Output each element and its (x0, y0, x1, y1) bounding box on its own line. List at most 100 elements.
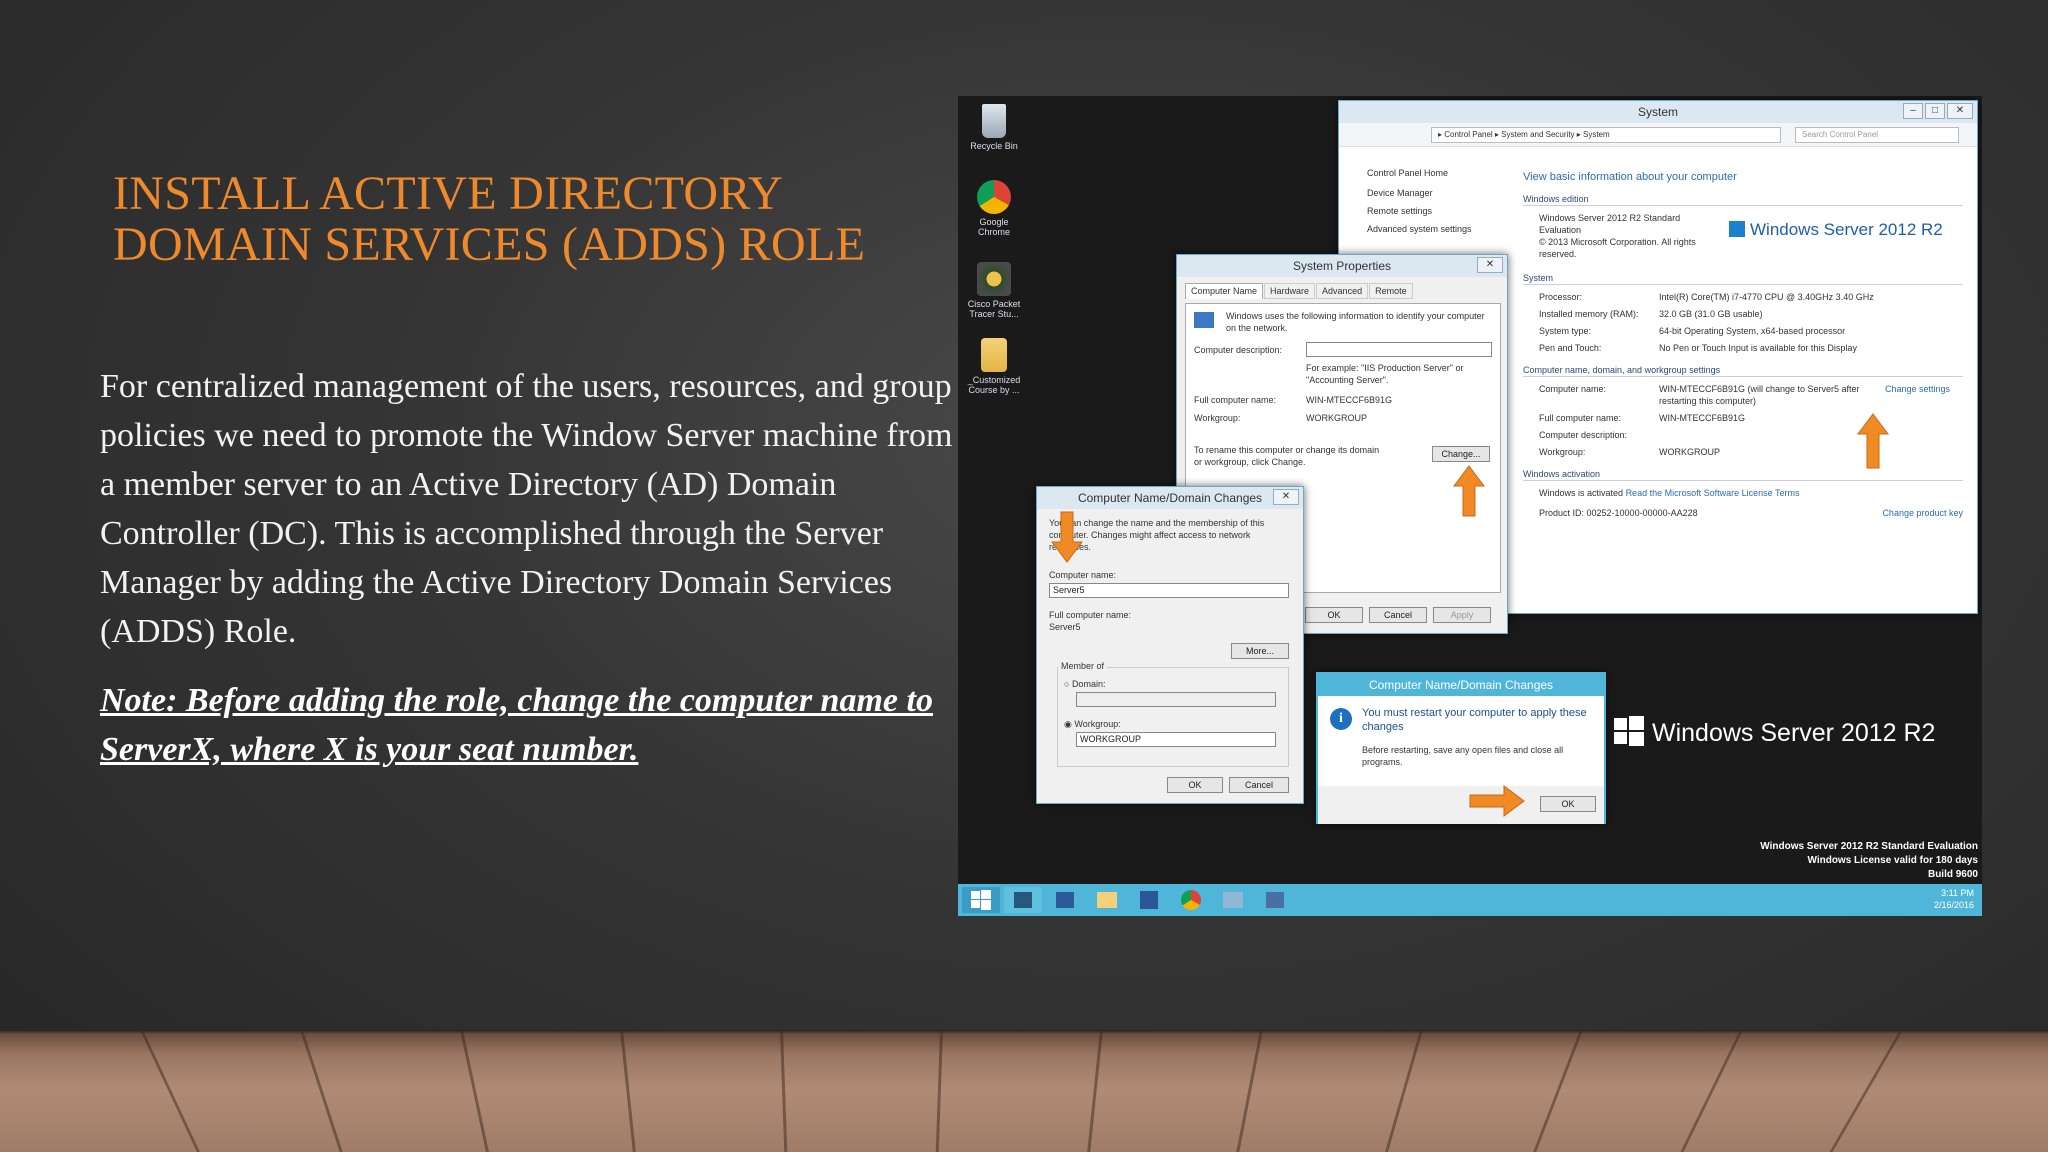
restart-title: Computer Name/Domain Changes (1368, 678, 1554, 692)
system-row-value: 64-bit Operating System, x64-based proce… (1659, 326, 1846, 336)
desktop-icon-folder[interactable]: _Customized Course by ... (964, 338, 1024, 395)
description-input[interactable] (1306, 342, 1492, 357)
slide-title-line2: Domain Services (ADDS) Role (113, 218, 866, 271)
name-row-value: WORKGROUP (1659, 447, 1721, 457)
close-button[interactable]: ✕ (1477, 257, 1503, 273)
network-icon[interactable] (1214, 887, 1252, 913)
name-row-value: WIN-MTECCF6B91G (will change to Server5 … (1659, 384, 1860, 406)
computer-icon (1194, 312, 1214, 328)
workgroup-input[interactable]: WORKGROUP (1076, 732, 1276, 747)
sysprops-titlebar[interactable]: System Properties ✕ (1177, 255, 1507, 277)
slide-note: Note: Before adding the role, change the… (100, 682, 933, 768)
system-heading: View basic information about your comput… (1523, 171, 1737, 183)
clock-date: 2/16/2016 (1933, 900, 1974, 910)
side-link-advanced[interactable]: Advanced system settings (1367, 223, 1517, 235)
name-row-label: Computer name: (1539, 384, 1607, 394)
system-row-label: Installed memory (RAM): (1539, 309, 1639, 319)
more-button[interactable]: More... (1231, 643, 1289, 659)
activation-status: Windows is activated (1539, 488, 1624, 498)
workgroup-radio[interactable]: ◉ Workgroup: (1064, 718, 1121, 730)
desktop-icon-label: Recycle Bin (970, 141, 1018, 151)
side-link-remote[interactable]: Remote settings (1367, 205, 1517, 217)
breadcrumb[interactable]: ▸ Control Panel ▸ System and Security ▸ … (1431, 127, 1781, 143)
system-row-value: Intel(R) Core(TM) i7-4770 CPU @ 3.40GHz … (1659, 292, 1874, 302)
domain-radio[interactable]: ○ Domain: (1064, 678, 1105, 690)
system-row-label: Processor: (1539, 292, 1583, 302)
chrome-icon (977, 180, 1011, 214)
name-change-title: Computer Name/Domain Changes (1077, 491, 1263, 505)
desc-example: For example: "IIS Production Server" or … (1306, 363, 1464, 385)
cancel-button[interactable]: Cancel (1369, 607, 1427, 623)
system-row-label: Pen and Touch: (1539, 343, 1602, 353)
close-button[interactable]: ✕ (1947, 103, 1973, 119)
maximize-button[interactable]: □ (1925, 103, 1945, 119)
copyright: © 2013 Microsoft Corporation. All rights… (1539, 237, 1696, 259)
sysprops-intro: Windows uses the following information t… (1226, 311, 1485, 333)
edition-header: Windows edition (1523, 193, 1963, 206)
side-link-device-manager[interactable]: Device Manager (1367, 187, 1517, 199)
restart-titlebar[interactable]: Computer Name/Domain Changes (1318, 674, 1604, 696)
ok-button[interactable]: OK (1167, 777, 1223, 793)
tab-remote[interactable]: Remote (1369, 283, 1413, 299)
name-change-titlebar[interactable]: Computer Name/Domain Changes ✕ (1037, 487, 1303, 509)
restart-message: You must restart your computer to apply … (1362, 707, 1587, 733)
tab-advanced[interactable]: Advanced (1316, 283, 1369, 299)
side-link-home[interactable]: Control Panel Home (1367, 167, 1517, 179)
name-row-label: Full computer name: (1539, 413, 1622, 423)
restart-dialog: Computer Name/Domain Changes i You must … (1316, 672, 1606, 824)
tab-hardware[interactable]: Hardware (1264, 283, 1316, 299)
domain-input[interactable] (1076, 692, 1276, 707)
powershell-icon[interactable] (1046, 887, 1084, 913)
side-links: Control Panel Home Device Manager Remote… (1367, 167, 1517, 235)
minimize-button[interactable]: – (1903, 103, 1923, 119)
clock[interactable]: 3:11 PM 2/16/2016 (1934, 887, 1974, 911)
cancel-button[interactable]: Cancel (1229, 777, 1289, 793)
word-icon[interactable] (1130, 887, 1168, 913)
ok-button[interactable]: OK (1305, 607, 1363, 623)
screenshot: Recycle Bin Google Chrome Cisco Packet T… (958, 96, 1982, 916)
system-row-value: No Pen or Touch Input is available for t… (1659, 343, 1857, 353)
server-manager-icon[interactable] (1004, 887, 1042, 913)
recycle-bin-icon (982, 104, 1006, 138)
slide-title-line1: Install Active Directory (113, 167, 784, 220)
search-input[interactable]: Search Control Panel (1795, 127, 1959, 143)
full-name-label: Full computer name: (1049, 610, 1132, 620)
change-settings-link[interactable]: Change settings (1885, 383, 1950, 407)
slide-title: Install Active Directory Domain Services… (113, 168, 933, 270)
name-change-intro: You can change the name and the membersh… (1049, 518, 1265, 552)
system-window-titlebar[interactable]: System – □ ✕ (1339, 101, 1977, 123)
ok-button[interactable]: OK (1540, 796, 1596, 812)
system-info: View basic information about your comput… (1523, 171, 1963, 519)
taskbar: 3:11 PM 2/16/2016 (958, 884, 1982, 916)
desktop-icon-label: _Customized Course by ... (967, 375, 1021, 395)
explorer-icon[interactable] (1088, 887, 1126, 913)
license-link[interactable]: Read the Microsoft Software License Term… (1626, 488, 1800, 498)
start-icon[interactable] (962, 887, 1000, 913)
apply-button[interactable]: Apply (1433, 607, 1491, 623)
full-name-label: Full computer name: (1194, 395, 1277, 405)
app-icon[interactable] (1256, 887, 1294, 913)
info-icon: i (1330, 708, 1352, 730)
member-of-label: Member of (1058, 660, 1108, 672)
desktop-icon-recycle-bin[interactable]: Recycle Bin (964, 104, 1024, 151)
desktop-icon-label: Google Chrome (977, 217, 1010, 237)
computer-name-input[interactable]: Server5 (1049, 583, 1289, 598)
desktop-icon-chrome[interactable]: Google Chrome (964, 180, 1024, 237)
rename-text: To rename this computer or change its do… (1194, 445, 1380, 467)
member-of-group: Member of ○ Domain: ◉ Workgroup: WORKGRO… (1057, 660, 1289, 767)
tab-computer-name[interactable]: Computer Name (1185, 283, 1264, 299)
address-bar: ▸ Control Panel ▸ System and Security ▸ … (1339, 123, 1977, 147)
arrow-up-icon (1453, 465, 1485, 517)
wood-floor (0, 1030, 2048, 1152)
arrow-up-icon (1857, 413, 1889, 469)
restart-detail: Before restarting, save any open files a… (1362, 745, 1564, 767)
system-window-title: System (1637, 105, 1678, 119)
desc-label: Computer description: (1194, 345, 1283, 355)
workgroup-label: Workgroup: (1194, 413, 1241, 423)
chrome-icon[interactable] (1172, 887, 1210, 913)
desktop-icon-packet-tracer[interactable]: Cisco Packet Tracer Stu... (964, 262, 1024, 319)
close-button[interactable]: ✕ (1273, 489, 1299, 505)
change-product-key-link[interactable]: Change product key (1882, 507, 1963, 519)
change-button[interactable]: Change... (1432, 446, 1490, 462)
windows-logo-small: Windows Server 2012 R2 (1729, 221, 1943, 238)
